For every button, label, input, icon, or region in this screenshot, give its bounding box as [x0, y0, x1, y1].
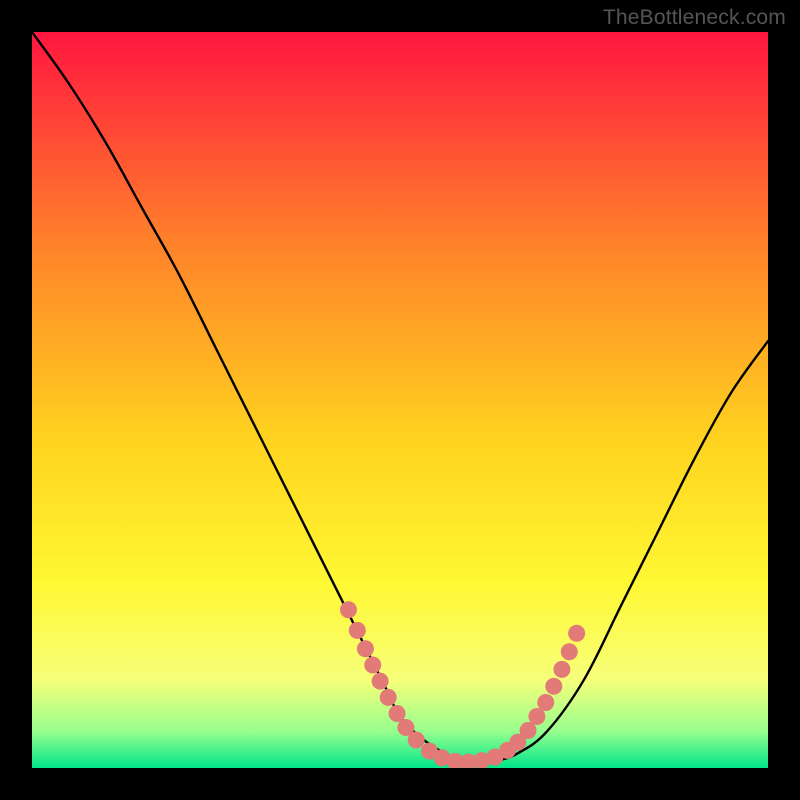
curve-dot	[357, 640, 374, 657]
curve-dot	[349, 622, 366, 639]
gradient-background	[32, 32, 768, 768]
curve-dot	[561, 643, 578, 660]
curve-dot	[545, 678, 562, 695]
plot-area	[32, 32, 768, 768]
curve-dot	[389, 705, 406, 722]
curve-dot	[372, 673, 389, 690]
curve-dot	[568, 625, 585, 642]
curve-dot	[553, 661, 570, 678]
curve-dot	[537, 694, 554, 711]
bottleneck-chart	[32, 32, 768, 768]
curve-dot	[520, 722, 537, 739]
curve-dot	[340, 601, 357, 618]
watermark-label: TheBottleneck.com	[603, 6, 786, 30]
curve-dot	[380, 689, 397, 706]
curve-dot	[408, 732, 425, 749]
chart-stage: TheBottleneck.com	[0, 0, 800, 800]
curve-dot	[528, 708, 545, 725]
curve-dot	[364, 656, 381, 673]
